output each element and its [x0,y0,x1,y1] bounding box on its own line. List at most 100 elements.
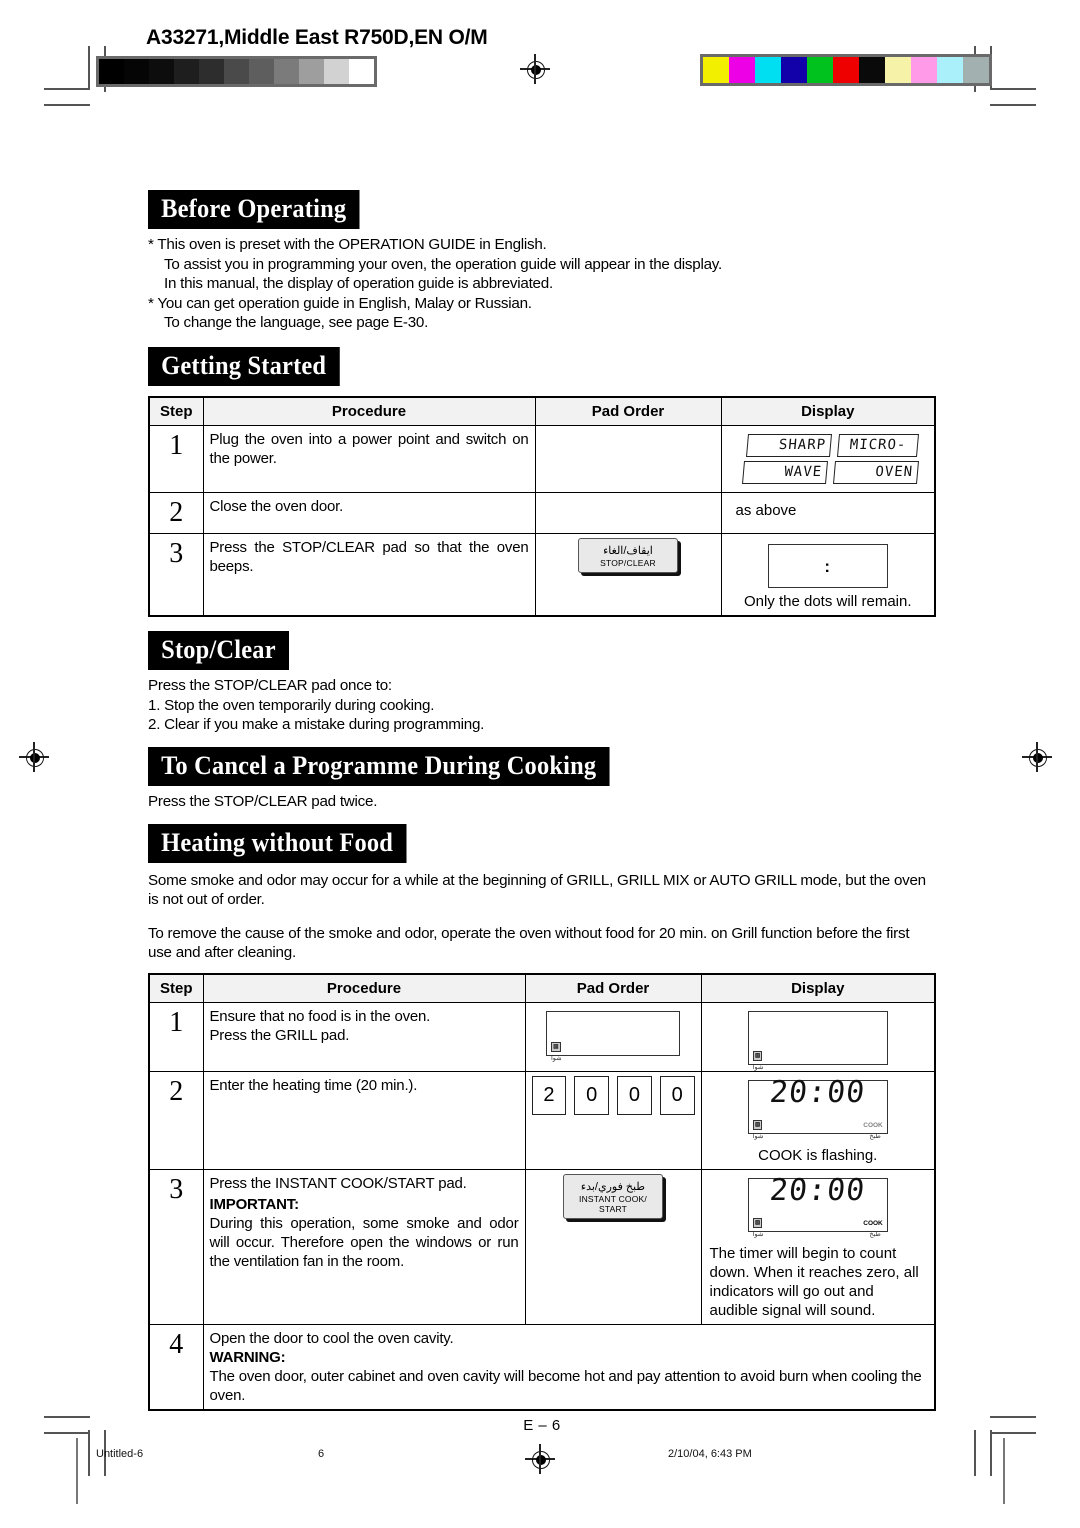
stop-clear-item-1: 1. Stop the oven temporarily during cook… [148,696,435,714]
procedure-cell: Enter the heating time (20 min.). [202,1070,526,1170]
grill-indicator-icon: ▩ [752,1217,763,1228]
display-arabic-caption-left: شوا [752,1230,764,1238]
display-dots: : [767,544,888,589]
registration-target-bottom [525,1444,555,1474]
section-stop-clear: Stop/Clear Press the STOP/CLEAR pad once… [148,631,936,735]
cook-indicator-label: COOK [863,1219,883,1227]
number-key-3[interactable]: 0 [617,1075,652,1115]
stop-clear-pad[interactable]: ايقاف/الغاء STOP/CLEAR [578,538,678,574]
document-code: A33271,Middle East R750D,EN O/M [146,26,488,49]
col-header-pad-order: Pad Order [534,396,722,427]
lcd-row-2: WAVE OVEN [741,461,920,485]
step-number: 3 [148,1168,204,1325]
heating-paragraph-1: Some smoke and odor may occur for a whil… [148,871,926,909]
greyscale-swatch [149,59,174,84]
before-operating-line-5: To change the language, see page E-30. [164,314,429,332]
display-panel-blank: ▩ شوا [747,1010,888,1071]
col-header-step: Step [148,396,204,427]
table-row: 1 Plug the oven into a power point and s… [148,425,936,494]
footer-timestamp: 2/10/04, 6:43 PM [668,1448,752,1460]
color-swatch [885,57,911,83]
grill-pad-blank[interactable]: ▩ شوا [546,1010,680,1062]
grill-indicator-icon: ▩ [551,1041,561,1052]
step-number: 1 [148,425,204,494]
display-cell: 20:00 ▩ COOK شوا طبخ COOK is flashing. [700,1070,936,1170]
instant-cook-start-pad[interactable]: طبخ فوري/بدء INSTANT COOK/ START [563,1173,663,1219]
step-number: 2 [148,1070,204,1170]
col-header-step: Step [148,973,204,1003]
step-number: 3 [148,533,204,617]
section-before-operating: Before Operating * This oven is preset w… [148,190,936,333]
page-number: E – 6 [523,1416,561,1434]
display-arabic-caption: شوا [752,1063,764,1071]
registration-target-right [1022,742,1052,772]
before-operating-line-2: To assist you in programming your oven, … [164,255,722,273]
display-arabic-caption-left: شوا [752,1132,764,1140]
col-header-procedure: Procedure [202,396,536,427]
stop-clear-pad-arabic-label: ايقاف/الغاء [603,545,653,558]
lcd-word-sharp: SHARP [745,434,833,458]
display-text: as above [735,502,797,520]
step-number: 1 [148,1001,204,1072]
stop-clear-item-2: 2. Clear if you make a mistake during pr… [148,716,485,734]
registration-target-left [19,742,49,772]
step-number: 2 [148,492,204,535]
greyscale-swatch [124,59,149,84]
color-swatch [781,57,807,83]
color-swatch [755,57,781,83]
pad-order-cell: طبخ فوري/بدء INSTANT COOK/ START [524,1168,702,1325]
display-cell: as above [720,492,936,535]
display-cell: ▩ شوا [700,1001,936,1072]
section-title-cancel-programme: To Cancel a Programme During Cooking [148,746,610,787]
table-row: 1 Ensure that no food is in the oven. Pr… [148,1001,936,1072]
greyscale-swatch [199,59,224,84]
color-control-bar [700,54,992,86]
display-cell: SHARP MICRO- WAVE OVEN [720,425,936,494]
number-key-4[interactable]: 0 [659,1075,695,1115]
heating-paragraph-2: To remove the cause of the smoke and odo… [148,924,910,962]
table-header-row: Step Procedure Pad Order Display [148,396,936,427]
pad-order-cell [534,492,722,535]
procedure-text-line-1: Press the INSTANT COOK/START pad. [209,1174,467,1192]
display-arabic-caption-right: طبخ [869,1132,881,1140]
lcd-display-group: SHARP MICRO- WAVE OVEN [728,430,929,488]
procedure-text-line-1: Open the door to cool the oven cavity. [209,1329,454,1347]
number-key-2[interactable]: 0 [574,1075,609,1115]
color-swatch [963,57,989,83]
display-panel: 20:00 ▩ COOK شوا طبخ [747,1075,888,1140]
greyscale-swatch [274,59,299,84]
col-header-display: Display [720,396,936,427]
instant-cook-pad-arabic-label: طبخ فوري/بدء [580,1180,646,1193]
stop-clear-pad-english-label: STOP/CLEAR [600,558,656,569]
col-header-procedure: Procedure [202,973,526,1003]
registration-target-top [520,54,550,84]
greyscale-swatch [299,59,324,84]
lcd-row-1: SHARP MICRO- [745,434,920,458]
number-key-1[interactable]: 2 [531,1075,567,1115]
greyscale-swatch [99,59,124,84]
grill-indicator-icon: ▩ [752,1050,763,1061]
getting-started-table: Step Procedure Pad Order Display 1 Plug … [148,396,936,618]
pad-order-cell: ▩ شوا [524,1001,702,1072]
section-cancel-programme: To Cancel a Programme During Cooking Pre… [148,746,936,812]
number-pad-sequence: 2 0 0 0 [531,1075,695,1115]
color-swatch [833,57,859,83]
table-header-row: Step Procedure Pad Order Display [148,973,936,1003]
display-note: COOK is flashing. [758,1146,878,1164]
heating-without-food-table: Step Procedure Pad Order Display 1 Ensur… [148,972,936,1411]
cancel-programme-body: Press the STOP/CLEAR pad twice. [148,793,378,811]
display-cell: 20:00 ▩ COOK شوا طبخ The timer will begi… [700,1168,936,1325]
before-operating-line-1: * This oven is preset with the OPERATION… [148,236,547,254]
instant-cook-pad-english-label-line1: INSTANT COOK/ [579,1193,647,1204]
page-content: Before Operating * This oven is preset w… [148,190,936,1438]
footer-page-number: 6 [318,1448,325,1460]
table-row: 2 Close the oven door. as above [148,492,936,535]
before-operating-line-4: * You can get operation guide in English… [148,294,532,312]
color-swatch [859,57,885,83]
section-heating-without-food: Heating without Food Some smoke and odor… [148,823,936,1434]
trim-rule-right [1003,1438,1005,1504]
lcd-word-wave: WAVE [741,461,829,485]
display-arabic-caption-right: طبخ [869,1230,881,1238]
display-panel: 20:00 ▩ COOK شوا طبخ [747,1173,888,1238]
display-note: Only the dots will remain. [743,593,912,611]
